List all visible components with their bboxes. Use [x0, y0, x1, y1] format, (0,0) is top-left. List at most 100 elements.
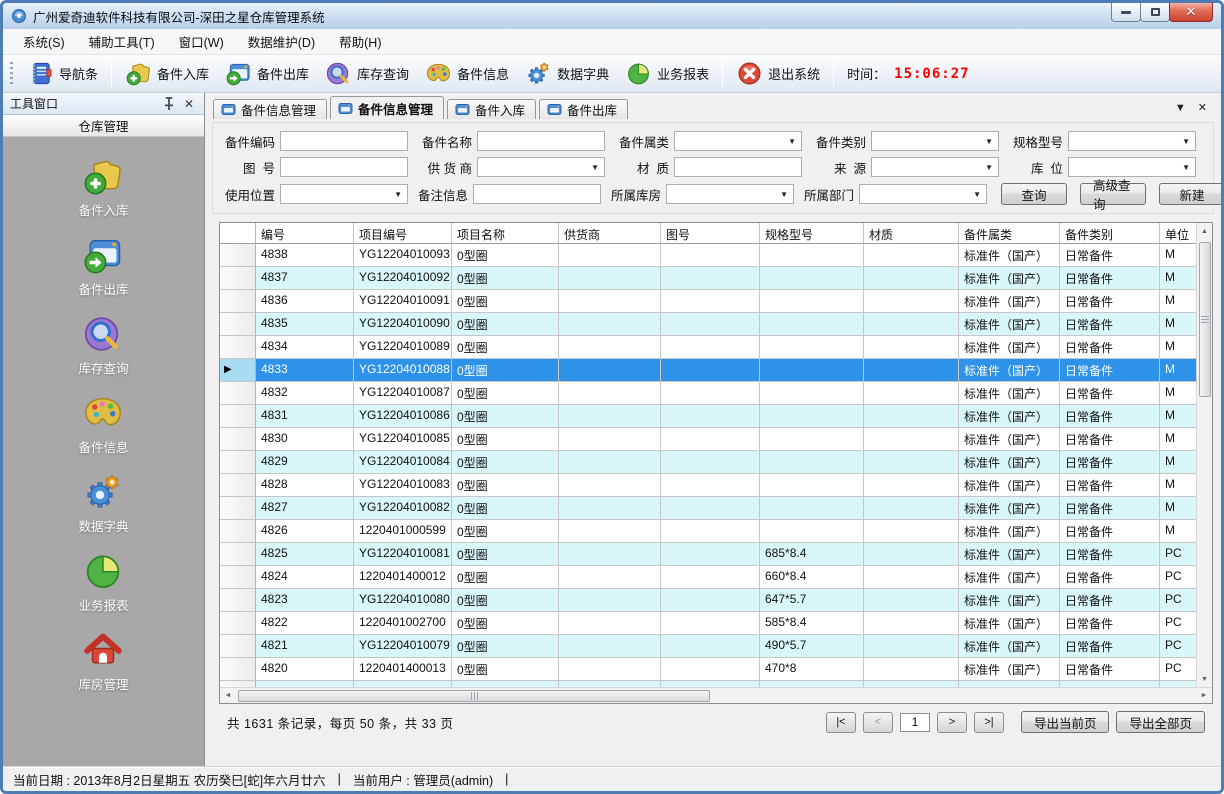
row-gutter[interactable]	[220, 589, 256, 612]
header-col-category[interactable]: 备件属类	[959, 223, 1060, 244]
sidebar-section-header[interactable]: 仓库管理	[3, 115, 204, 137]
table-row[interactable]: 4835YG122040100900型圈标准件（国产）日常备件M	[220, 313, 1196, 336]
supplier-select[interactable]: ▼	[477, 157, 605, 177]
horizontal-scrollbar[interactable]: ◄ ►	[220, 687, 1212, 703]
new-button[interactable]: 新建	[1159, 183, 1224, 205]
scroll-up-icon[interactable]: ▲	[1197, 223, 1213, 239]
header-col-project-code[interactable]: 项目编号	[354, 223, 452, 244]
scroll-right-icon[interactable]: ►	[1196, 688, 1212, 704]
table-row[interactable]: 4823YG122040100800型圈647*5.7标准件（国产）日常备件PC	[220, 589, 1196, 612]
export-current-page-button[interactable]: 导出当前页	[1021, 711, 1110, 733]
toolbar-button-exit[interactable]: 退出系统	[728, 57, 828, 90]
table-row[interactable]: 4829YG122040100840型圈标准件（国产）日常备件M	[220, 451, 1196, 474]
scroll-down-icon[interactable]: ▼	[1197, 671, 1213, 687]
tab-list-dropdown-icon[interactable]: ▼	[1169, 100, 1192, 116]
location-select[interactable]: ▼	[1068, 157, 1196, 177]
advanced-query-button[interactable]: 高级查询	[1080, 183, 1146, 205]
row-gutter[interactable]	[220, 520, 256, 543]
toolbar-button-data-dict[interactable]: 数据字典	[517, 57, 617, 90]
toolbar-button-parts-out[interactable]: 备件出库	[217, 57, 317, 90]
table-row[interactable]: 4830YG122040100850型圈标准件（国产）日常备件M	[220, 428, 1196, 451]
toolbar-grip[interactable]	[10, 62, 13, 86]
row-gutter[interactable]	[220, 451, 256, 474]
header-row-gutter[interactable]	[220, 223, 256, 244]
sidebar-item-warehouse[interactable]: 库房管理	[68, 627, 138, 695]
part-type-select[interactable]: ▼	[871, 131, 999, 151]
tab-3[interactable]: 备件出库	[539, 99, 628, 119]
row-gutter[interactable]	[220, 566, 256, 589]
tab-1-active[interactable]: 备件信息管理	[330, 96, 444, 119]
part-code-input[interactable]	[280, 131, 408, 151]
toolbar-button-parts-in[interactable]: 备件入库	[117, 57, 217, 90]
drawing-no-input[interactable]	[280, 157, 408, 177]
sidebar-item-parts-out[interactable]: 备件出库	[68, 232, 138, 300]
header-col-id[interactable]: 编号	[256, 223, 354, 244]
header-col-type[interactable]: 备件类别	[1060, 223, 1160, 244]
header-col-unit[interactable]: 单位	[1160, 223, 1196, 244]
header-col-project-name[interactable]: 项目名称	[452, 223, 559, 244]
row-gutter[interactable]: ▶	[220, 359, 256, 382]
minimize-button[interactable]	[1111, 3, 1141, 22]
row-gutter[interactable]	[220, 290, 256, 313]
close-button[interactable]: ✕	[1169, 3, 1213, 22]
sidebar-item-report[interactable]: 业务报表	[68, 548, 138, 616]
toolbar-button-report[interactable]: 业务报表	[617, 57, 717, 90]
tab-0[interactable]: 备件信息管理	[213, 99, 327, 119]
header-col-material[interactable]: 材质	[864, 223, 959, 244]
export-all-pages-button[interactable]: 导出全部页	[1116, 711, 1205, 733]
table-row[interactable]: 4836YG122040100910型圈标准件（国产）日常备件M	[220, 290, 1196, 313]
row-gutter[interactable]	[220, 428, 256, 451]
table-row[interactable]: 4832YG122040100870型圈标准件（国产）日常备件M	[220, 382, 1196, 405]
table-row[interactable]: 4821YG122040100790型圈490*5.7标准件（国产）日常备件PC	[220, 635, 1196, 658]
scroll-left-icon[interactable]: ◄	[220, 688, 236, 704]
part-name-input[interactable]	[477, 131, 605, 151]
table-row[interactable]: 482012204014000130型圈470*8标准件（国产）日常备件PC	[220, 658, 1196, 681]
sidebar-item-data-dict[interactable]: 数据字典	[68, 469, 138, 537]
menu-item-data-maintenance[interactable]: 数据维护(D)	[236, 28, 327, 55]
tab-2[interactable]: 备件入库	[447, 99, 536, 119]
row-gutter[interactable]	[220, 612, 256, 635]
warehouse-select[interactable]: ▼	[666, 184, 794, 204]
table-row[interactable]: 4838YG122040100930型圈标准件（国产）日常备件M	[220, 244, 1196, 267]
header-col-supplier[interactable]: 供货商	[559, 223, 661, 244]
table-row[interactable]: 4831YG122040100860型圈标准件（国产）日常备件M	[220, 405, 1196, 428]
header-col-drawing[interactable]: 图号	[661, 223, 760, 244]
next-page-button[interactable]: >	[937, 712, 967, 733]
material-input[interactable]	[674, 157, 802, 177]
row-gutter[interactable]	[220, 635, 256, 658]
part-category-select[interactable]: ▼	[674, 131, 802, 151]
table-row[interactable]: 4825YG122040100810型圈685*8.4标准件（国产）日常备件PC	[220, 543, 1196, 566]
row-gutter[interactable]	[220, 405, 256, 428]
menu-item-system[interactable]: 系统(S)	[11, 28, 77, 55]
table-row[interactable]: 4837YG122040100920型圈标准件（国产）日常备件M	[220, 267, 1196, 290]
menu-item-tools[interactable]: 辅助工具(T)	[77, 28, 167, 55]
table-row[interactable]: 4828YG122040100830型圈标准件（国产）日常备件M	[220, 474, 1196, 497]
prev-page-button[interactable]: <	[863, 712, 893, 733]
sidebar-item-parts-info[interactable]: 备件信息	[68, 390, 138, 458]
toolbar-button-navbar[interactable]: 导航条	[19, 57, 106, 90]
usage-position-select[interactable]: ▼	[280, 184, 408, 204]
row-gutter[interactable]	[220, 244, 256, 267]
menu-item-help[interactable]: 帮助(H)	[327, 28, 393, 55]
table-row[interactable]: 482612204010005990型圈标准件（国产）日常备件M	[220, 520, 1196, 543]
table-row[interactable]: 482212204010027000型圈585*8.4标准件（国产）日常备件PC	[220, 612, 1196, 635]
table-row[interactable]: 4827YG122040100820型圈标准件（国产）日常备件M	[220, 497, 1196, 520]
page-number-input[interactable]	[900, 713, 930, 732]
source-select[interactable]: ▼	[871, 157, 999, 177]
row-gutter[interactable]	[220, 497, 256, 520]
table-row[interactable]: 4834YG122040100890型圈标准件（国产）日常备件M	[220, 336, 1196, 359]
spec-model-select[interactable]: ▼	[1068, 131, 1196, 151]
row-gutter[interactable]	[220, 474, 256, 497]
sidebar-item-stock-query[interactable]: 库存查询	[68, 311, 138, 379]
sidebar-item-parts-in[interactable]: 备件入库	[68, 153, 138, 221]
vertical-scroll-thumb[interactable]	[1199, 242, 1211, 397]
row-gutter[interactable]	[220, 267, 256, 290]
last-page-button[interactable]: >|	[974, 712, 1004, 733]
toolbar-button-stock-query[interactable]: 库存查询	[317, 57, 417, 90]
row-gutter[interactable]	[220, 658, 256, 681]
query-button[interactable]: 查询	[1001, 183, 1067, 205]
tab-close-icon[interactable]: ✕	[1192, 99, 1213, 116]
remark-input[interactable]	[473, 184, 601, 204]
header-col-spec[interactable]: 规格型号	[760, 223, 864, 244]
horizontal-scroll-thumb[interactable]	[238, 690, 710, 702]
